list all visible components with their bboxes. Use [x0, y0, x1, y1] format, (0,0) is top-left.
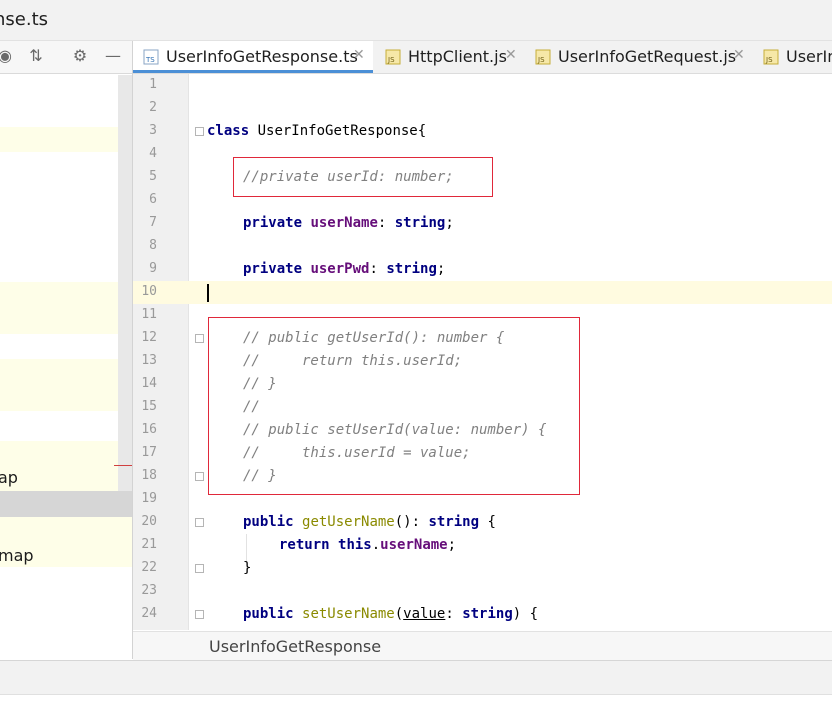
tree-row-selected[interactable]	[0, 491, 132, 517]
gear-icon[interactable]: ⚙	[71, 47, 89, 65]
tab-userinfogetresponse-ts[interactable]: TS UserInfoGetResponse.ts ✕	[133, 41, 373, 73]
fold-icon[interactable]	[195, 334, 204, 343]
close-icon[interactable]: ✕	[353, 47, 365, 63]
line-number: 15	[141, 399, 157, 414]
breadcrumb: UserInfoGetResponse	[133, 631, 832, 660]
tab-label: UserIn	[786, 47, 832, 66]
code-line: private userPwd: string;	[243, 261, 446, 277]
javascript-file-icon: JS	[385, 49, 401, 65]
close-icon[interactable]: ✕	[733, 47, 745, 63]
svg-text:JS: JS	[765, 56, 773, 64]
fold-icon[interactable]	[195, 610, 204, 619]
code-line: }	[243, 560, 252, 576]
locate-icon[interactable]: ◉	[0, 47, 14, 65]
line-number: 11	[141, 307, 157, 322]
tree-item-label[interactable]: map	[0, 546, 34, 565]
fold-icon[interactable]	[195, 127, 204, 136]
tab-label: HttpClient.js	[408, 47, 507, 66]
line-number: 3	[149, 123, 157, 138]
line-number: 13	[141, 353, 157, 368]
tree-row-highlight[interactable]	[0, 282, 132, 334]
error-marker	[114, 465, 132, 466]
code-editor[interactable]: 1 2 3 4 5 6 7 8 9 10 11 12 13 14 15 16 1…	[133, 74, 832, 630]
fold-icon[interactable]	[195, 518, 204, 527]
line-number: 9	[149, 261, 157, 276]
javascript-file-icon: JS	[535, 49, 551, 65]
tab-label: UserInfoGetRequest.js	[558, 47, 737, 66]
line-number: 22	[141, 560, 157, 575]
text-caret	[207, 284, 209, 302]
tree-row-highlight[interactable]	[0, 441, 132, 491]
fold-icon[interactable]	[195, 564, 204, 573]
line-number: 18	[141, 468, 157, 483]
line-number: 4	[149, 146, 157, 161]
tab-label: UserInfoGetResponse.ts	[166, 47, 358, 66]
code-line: public setUserName(value: string) {	[243, 606, 539, 622]
current-line-highlight	[133, 281, 832, 304]
line-number: 16	[141, 422, 157, 437]
bottom-strip	[0, 694, 832, 712]
tree-item-label[interactable]: ap	[0, 468, 18, 487]
code-line: public getUserName(): string {	[243, 514, 496, 530]
title-bar: nse.ts	[0, 0, 832, 41]
project-panel: ◉ ⇅ ⚙ — ap map	[0, 41, 133, 659]
tree-row-highlight[interactable]	[0, 127, 132, 152]
svg-text:TS: TS	[145, 56, 155, 64]
line-number: 17	[141, 445, 157, 460]
line-number: 23	[141, 583, 157, 598]
line-number: 7	[149, 215, 157, 230]
svg-text:JS: JS	[537, 56, 545, 64]
line-number: 14	[141, 376, 157, 391]
tab-userin[interactable]: JS UserIn	[753, 41, 832, 73]
line-number: 21	[141, 537, 157, 552]
close-icon[interactable]: ✕	[505, 47, 517, 63]
highlight-box	[208, 317, 580, 495]
line-number: 8	[149, 238, 157, 253]
tab-userinfogetrequest-js[interactable]: JS UserInfoGetRequest.js ✕	[525, 41, 755, 73]
line-number: 6	[149, 192, 157, 207]
tree-row-highlight[interactable]	[0, 359, 132, 411]
line-number: 5	[149, 169, 157, 184]
code-line: class UserInfoGetResponse{	[207, 123, 427, 139]
line-number: 19	[141, 491, 157, 506]
line-number: 24	[141, 606, 157, 621]
line-number: 20	[141, 514, 157, 529]
javascript-file-icon: JS	[763, 49, 779, 65]
code-line: return this.userName;	[279, 537, 457, 553]
line-number: 12	[141, 330, 157, 345]
breadcrumb-item[interactable]: UserInfoGetResponse	[209, 637, 381, 656]
minimize-icon[interactable]: —	[104, 47, 122, 65]
editor-tabs: TS UserInfoGetResponse.ts ✕ JS HttpClien…	[133, 41, 832, 74]
code-line: private userName: string;	[243, 215, 454, 231]
svg-text:JS: JS	[387, 56, 395, 64]
tab-httpclient-js[interactable]: JS HttpClient.js ✕	[375, 41, 525, 73]
line-number: 2	[149, 100, 157, 115]
window-title: nse.ts	[0, 9, 49, 30]
line-number: 10	[141, 284, 157, 299]
project-scrollbar[interactable]	[118, 75, 132, 491]
status-bar	[0, 660, 832, 695]
line-number: 1	[149, 77, 157, 92]
highlight-box	[233, 157, 493, 197]
typescript-file-icon: TS	[143, 49, 159, 65]
fold-icon[interactable]	[195, 472, 204, 481]
project-toolbar: ◉ ⇅ ⚙ —	[0, 41, 132, 74]
collapse-all-icon[interactable]: ⇅	[27, 47, 45, 65]
